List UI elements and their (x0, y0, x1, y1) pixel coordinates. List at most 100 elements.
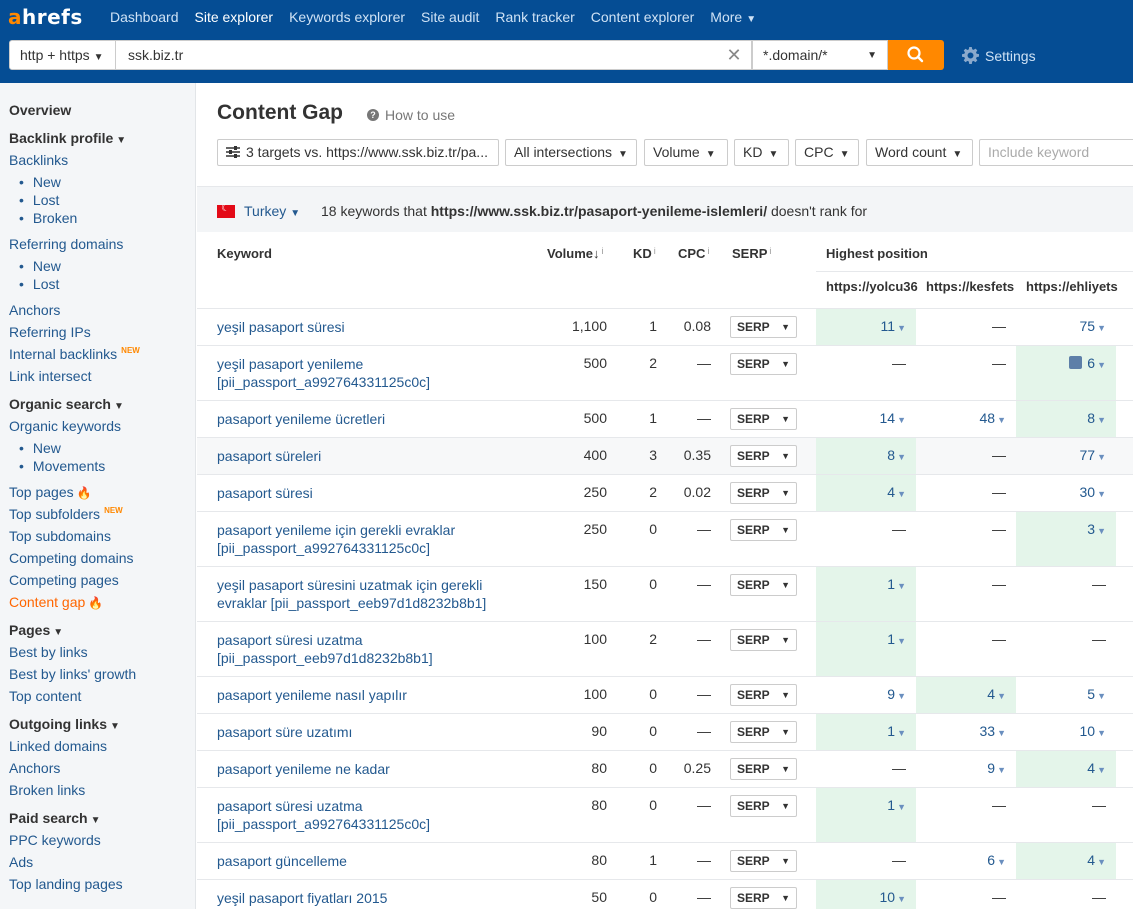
sidebar-backlink-profile[interactable]: Backlink profile ▼ (9, 130, 126, 146)
keyword-link[interactable]: pasaport süre uzatımı (217, 723, 517, 741)
sidebar-ok-new[interactable]: New (19, 440, 61, 456)
sidebar-organic-keywords[interactable]: Organic keywords (9, 418, 121, 434)
position-cell[interactable]: 77 ▼ (1016, 438, 1116, 474)
nav-dashboard[interactable]: Dashboard (110, 9, 179, 25)
sidebar-top-pages[interactable]: Top pages 🔥 (9, 484, 92, 500)
country-select[interactable]: Turkey ▼ (244, 203, 300, 219)
targets-filter[interactable]: 3 targets vs. https://www.ssk.biz.tr/pa.… (217, 139, 499, 166)
sidebar-rd-new[interactable]: New (19, 258, 61, 274)
col-target-2[interactable]: https://kesfets (926, 279, 1018, 294)
serp-button[interactable]: SERP ▼ (730, 445, 797, 467)
keyword-link[interactable]: pasaport yenileme ücretleri (217, 410, 517, 428)
kd-filter[interactable]: KD ▼ (734, 139, 789, 166)
serp-button[interactable]: SERP ▼ (730, 850, 797, 872)
sidebar-rd-lost[interactable]: Lost (19, 276, 59, 292)
sidebar-referring-ips[interactable]: Referring IPs (9, 324, 91, 340)
nav-more[interactable]: More ▼ (710, 9, 756, 25)
sidebar-backlinks[interactable]: Backlinks (9, 152, 68, 168)
keyword-link[interactable]: yeşil pasaport yenileme [pii_passport_a9… (217, 355, 517, 391)
position-cell[interactable]: 1 ▼ (816, 714, 916, 750)
sidebar-ok-movements[interactable]: Movements (19, 458, 105, 474)
position-cell[interactable]: 10 ▼ (1016, 714, 1116, 750)
position-cell[interactable]: 10 ▼ (816, 880, 916, 909)
nav-site-audit[interactable]: Site audit (421, 9, 479, 25)
sidebar-broken-links[interactable]: Broken links (9, 782, 85, 798)
position-cell[interactable]: 75 ▼ (1016, 309, 1116, 345)
serp-button[interactable]: SERP ▼ (730, 353, 797, 375)
sidebar-linked-domains[interactable]: Linked domains (9, 738, 107, 754)
position-cell[interactable]: 3 ▼ (1016, 512, 1116, 566)
sidebar-link-intersect[interactable]: Link intersect (9, 368, 91, 384)
col-target-3[interactable]: https://ehliyets (1026, 279, 1118, 294)
keyword-link[interactable]: yeşil pasaport süresini uzatmak için ger… (217, 576, 517, 612)
serp-button[interactable]: SERP ▼ (730, 721, 797, 743)
position-cell[interactable]: 1 ▼ (816, 788, 916, 842)
keyword-link[interactable]: pasaport yenileme ne kadar (217, 760, 517, 778)
position-cell[interactable]: 14 ▼ (816, 401, 916, 437)
position-cell[interactable]: 11 ▼ (816, 309, 916, 345)
cpc-filter[interactable]: CPC ▼ (795, 139, 859, 166)
col-target-1[interactable]: https://yolcu36 (826, 279, 918, 294)
position-cell[interactable]: 48 ▼ (916, 401, 1016, 437)
serp-button[interactable]: SERP ▼ (730, 795, 797, 817)
intersections-filter[interactable]: All intersections ▼ (505, 139, 637, 166)
position-cell[interactable]: 6 ▼ (916, 843, 1016, 879)
position-cell[interactable]: 6 ▼ (1016, 346, 1116, 400)
sidebar-best-by-links-growth[interactable]: Best by links' growth (9, 666, 136, 682)
keyword-link[interactable]: yeşil pasaport süresi (217, 318, 517, 336)
how-to-use-link[interactable]: ? How to use (367, 107, 455, 123)
sidebar-paid-search[interactable]: Paid search ▼ (9, 810, 101, 826)
sidebar-backlinks-new[interactable]: New (19, 174, 61, 190)
sidebar-overview[interactable]: Overview (9, 102, 71, 118)
nav-keywords-explorer[interactable]: Keywords explorer (289, 9, 405, 25)
position-cell[interactable]: 1 ▼ (816, 567, 916, 621)
sidebar-referring-domains[interactable]: Referring domains (9, 236, 123, 252)
keyword-link[interactable]: pasaport yenileme için gerekli evraklar … (217, 521, 517, 557)
settings-button[interactable]: Settings (962, 47, 1036, 64)
keyword-link[interactable]: pasaport süresi uzatma [pii_passport_a99… (217, 797, 517, 833)
volume-filter[interactable]: Volume ▼ (644, 139, 728, 166)
word-count-filter[interactable]: Word count ▼ (866, 139, 973, 166)
position-cell[interactable]: 1 ▼ (816, 622, 916, 676)
sidebar-competing-domains[interactable]: Competing domains (9, 550, 134, 566)
sidebar-top-content[interactable]: Top content (9, 688, 81, 704)
url-input[interactable] (116, 40, 752, 70)
serp-button[interactable]: SERP ▼ (730, 482, 797, 504)
mode-select[interactable]: *.domain/* ▼ (752, 40, 888, 70)
keyword-link[interactable]: pasaport yenileme nasıl yapılır (217, 686, 517, 704)
sidebar-backlinks-lost[interactable]: Lost (19, 192, 59, 208)
sidebar-best-by-links[interactable]: Best by links (9, 644, 88, 660)
nav-rank-tracker[interactable]: Rank tracker (495, 9, 574, 25)
sidebar-organic-search[interactable]: Organic search ▼ (9, 396, 124, 412)
sidebar-competing-pages[interactable]: Competing pages (9, 572, 119, 588)
serp-button[interactable]: SERP ▼ (730, 316, 797, 338)
col-keyword[interactable]: Keyword (217, 246, 272, 261)
serp-button[interactable]: SERP ▼ (730, 629, 797, 651)
keyword-link[interactable]: pasaport güncelleme (217, 852, 517, 870)
position-cell[interactable]: 33 ▼ (916, 714, 1016, 750)
sidebar-internal-backlinks[interactable]: Internal backlinks NEW (9, 346, 140, 362)
serp-button[interactable]: SERP ▼ (730, 684, 797, 706)
keyword-link[interactable]: pasaport süresi uzatma [pii_passport_eeb… (217, 631, 517, 667)
sidebar-top-subfolders[interactable]: Top subfolders NEW (9, 506, 123, 522)
col-volume[interactable]: Volume↓ i (547, 246, 604, 261)
ahrefs-logo[interactable]: ahrefs (8, 5, 94, 29)
position-cell[interactable]: 5 ▼ (1016, 677, 1116, 713)
col-cpc[interactable]: CPC i (678, 246, 709, 261)
sidebar-anchors[interactable]: Anchors (9, 302, 60, 318)
position-cell[interactable]: 4 ▼ (1016, 751, 1116, 787)
sidebar-ads[interactable]: Ads (9, 854, 33, 870)
position-cell[interactable]: 4 ▼ (816, 475, 916, 511)
position-cell[interactable]: 8 ▼ (816, 438, 916, 474)
sidebar-out-anchors[interactable]: Anchors (9, 760, 60, 776)
nav-site-explorer[interactable]: Site explorer (195, 9, 274, 25)
nav-content-explorer[interactable]: Content explorer (591, 9, 695, 25)
keyword-link[interactable]: yeşil pasaport fiyatları 2015 (217, 889, 517, 907)
sidebar-content-gap[interactable]: Content gap 🔥 (9, 594, 103, 610)
sidebar-backlinks-broken[interactable]: Broken (19, 210, 77, 226)
sidebar-top-subdomains[interactable]: Top subdomains (9, 528, 111, 544)
position-cell[interactable]: 4 ▼ (1016, 843, 1116, 879)
serp-button[interactable]: SERP ▼ (730, 574, 797, 596)
position-cell[interactable]: 9 ▼ (916, 751, 1016, 787)
sidebar-outgoing-links[interactable]: Outgoing links ▼ (9, 716, 120, 732)
